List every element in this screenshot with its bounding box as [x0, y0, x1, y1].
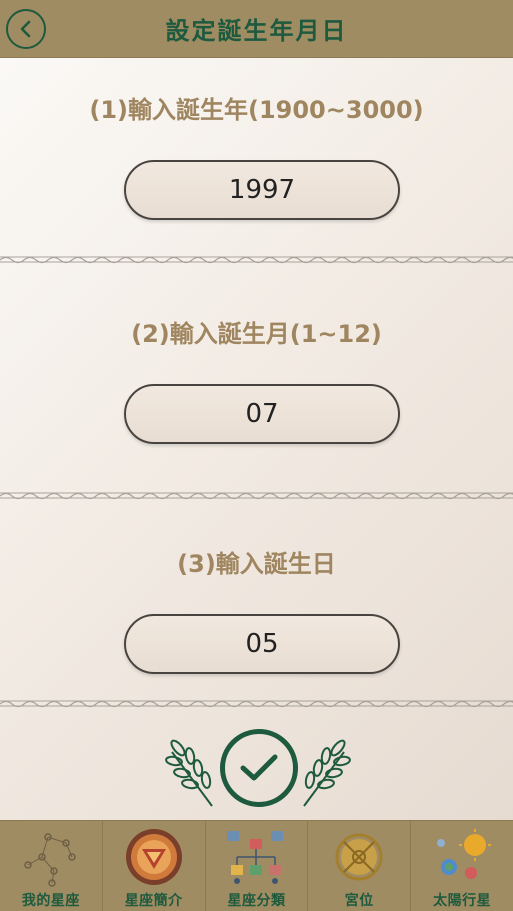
nav-sun-planets[interactable]: 太陽行星: [411, 821, 513, 911]
confirm-button[interactable]: [220, 729, 298, 807]
nav-sign-intro[interactable]: 星座簡介: [103, 821, 206, 911]
top-bar: 設定誕生年月日: [0, 0, 513, 58]
year-label: (1)輸入誕生年(1900~3000): [89, 96, 424, 124]
nav-sign-categories[interactable]: 星座分類: [206, 821, 309, 911]
day-label: (3)輸入誕生日: [177, 550, 336, 578]
bottom-nav: 我的星座 星座簡介 星座分類 宮位 太陽行星: [0, 820, 513, 911]
year-input[interactable]: 1997: [124, 160, 400, 220]
section-divider: [0, 492, 513, 500]
zodiac-wheel-icon: [125, 829, 182, 885]
sun-planets-icon: [437, 829, 492, 879]
month-input[interactable]: 07: [124, 384, 400, 444]
nav-label: 星座分類: [227, 893, 286, 909]
back-button[interactable]: [6, 9, 46, 49]
page-title: 設定誕生年月日: [165, 17, 348, 45]
wheat-left-icon: [165, 739, 213, 807]
birthdate-form: (1)輸入誕生年(1900~3000) 1997 (2)輸入誕生月(1~12) …: [0, 58, 513, 820]
constellation-icon: [24, 833, 76, 887]
nav-label: 宮位: [344, 893, 374, 909]
nav-label: 太陽行星: [433, 893, 492, 909]
section-divider: [0, 256, 513, 264]
nav-houses[interactable]: 宮位: [308, 821, 412, 911]
section-divider: [0, 700, 513, 708]
nav-label: 星座簡介: [124, 893, 183, 909]
confirm-area: [160, 726, 356, 822]
house-wheel-icon: [335, 833, 383, 881]
wheat-right-icon: [303, 739, 351, 807]
checkmark-icon: [240, 754, 278, 781]
month-label: (2)輸入誕生月(1~12): [131, 320, 382, 348]
nav-my-sign[interactable]: 我的星座: [0, 821, 103, 911]
day-input[interactable]: 05: [124, 614, 400, 674]
chevron-left-icon: [20, 20, 31, 38]
nav-label: 我的星座: [21, 893, 80, 909]
classification-tree-icon: [227, 831, 284, 884]
